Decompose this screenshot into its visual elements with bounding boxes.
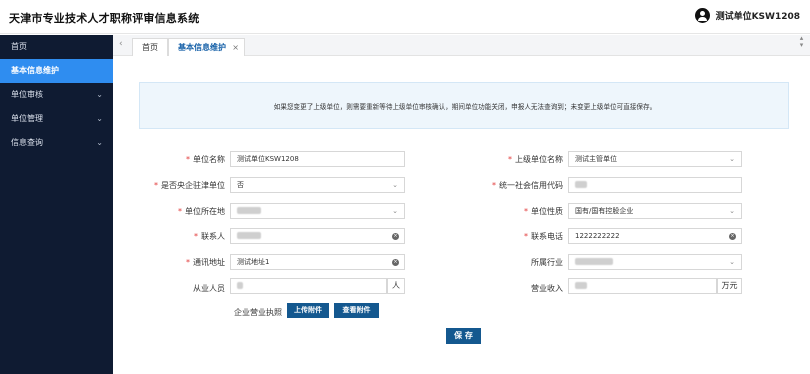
user-avatar-icon <box>694 8 710 23</box>
view-attachment-button[interactable]: 查看附件 <box>334 303 379 318</box>
notice-banner: 如果您变更了上级单位，则需要重新等待上级单位审核确认，期间单位功能关闭，申报人无… <box>139 82 789 129</box>
chevron-down-icon: ⌄ <box>96 138 103 147</box>
sidebar-item-label: 单位审核 <box>11 90 43 99</box>
sidebar: 首页 基本信息维护 单位审核 ⌄ 单位管理 ⌄ 信息查询 ⌄ <box>0 35 113 374</box>
redacted-value <box>575 180 587 188</box>
tab-home[interactable]: 首页 <box>132 38 168 56</box>
close-icon[interactable]: × <box>232 39 239 56</box>
sidebar-item-label: 单位管理 <box>11 114 43 123</box>
chevron-down-icon: ⌄ <box>729 207 735 215</box>
central-enterprise-label: * 是否央企驻津单位 <box>154 181 225 190</box>
redacted-value <box>237 206 261 214</box>
employees-unit: 人 <box>387 278 405 294</box>
tab-scroll-icon[interactable]: ▴ ▾ <box>799 35 804 57</box>
tab-scroll-left-icon[interactable]: ‹ <box>119 39 123 49</box>
industry-select[interactable]: ⌄ <box>568 254 742 270</box>
chevron-down-icon: ⌄ <box>96 114 103 123</box>
tab-label: 首页 <box>142 43 158 52</box>
chevron-down-icon: ⌄ <box>392 181 398 189</box>
industry-label: 所属行业 <box>531 258 563 267</box>
chevron-down-icon: ⌄ <box>729 155 735 163</box>
clear-circle-icon[interactable]: × <box>392 233 399 240</box>
phone-label: * 联系电话 <box>524 232 563 241</box>
unit-nature-select[interactable]: 国有/国有控股企业 ⌄ <box>568 203 742 219</box>
tab-label: 基本信息维护 <box>178 43 226 52</box>
parent-unit-select[interactable]: 测试主管单位 ⌄ <box>568 151 742 167</box>
user-name: 测试单位KSW1208 <box>715 12 800 22</box>
revenue-unit: 万元 <box>717 278 742 294</box>
chevron-down-icon: ⌄ <box>392 207 398 215</box>
tab-bar: ‹ 首页 基本信息维护 × ▴ ▾ <box>113 35 810 56</box>
unit-name-input[interactable]: 测试单位KSW1208 <box>230 151 405 167</box>
sidebar-item-basic-info[interactable]: 基本信息维护 <box>0 59 113 83</box>
clear-circle-icon[interactable]: × <box>392 259 399 266</box>
unit-name-label: * 单位名称 <box>186 155 225 164</box>
contact-input[interactable]: × <box>230 228 405 244</box>
address-label: * 通讯地址 <box>186 258 225 267</box>
user-menu[interactable]: 测试单位KSW1208 <box>694 8 800 23</box>
clear-circle-icon[interactable]: × <box>729 233 736 240</box>
sidebar-item-label: 信息查询 <box>11 138 43 147</box>
sidebar-item-home[interactable]: 首页 <box>0 35 113 59</box>
phone-input[interactable]: 1222222222 × <box>568 228 742 244</box>
upload-attachment-button[interactable]: 上传附件 <box>287 303 329 318</box>
unit-nature-label: * 单位性质 <box>524 207 563 216</box>
tab-basic-info[interactable]: 基本信息维护 × <box>168 38 245 56</box>
sidebar-item-label: 基本信息维护 <box>11 66 59 75</box>
app-title: 天津市专业技术人才职称评审信息系统 <box>9 12 200 25</box>
location-select[interactable]: ⌄ <box>230 203 405 219</box>
revenue-label: 营业收入 <box>531 284 563 293</box>
parent-unit-label: * 上级单位名称 <box>508 155 563 164</box>
central-enterprise-select[interactable]: 否 ⌄ <box>230 177 405 193</box>
contact-label: * 联系人 <box>194 232 225 241</box>
sidebar-item-unit-review[interactable]: 单位审核 ⌄ <box>0 83 113 107</box>
credit-code-label: * 统一社会信用代码 <box>492 181 563 190</box>
redacted-value <box>575 281 587 289</box>
top-bar: 天津市专业技术人才职称评审信息系统 测试单位KSW1208 <box>0 0 810 34</box>
revenue-input[interactable] <box>568 278 717 294</box>
redacted-value <box>575 257 613 265</box>
credit-code-input[interactable] <box>568 177 742 193</box>
sidebar-item-info-query[interactable]: 信息查询 ⌄ <box>0 131 113 155</box>
chevron-down-icon: ⌄ <box>729 258 735 266</box>
save-button[interactable]: 保 存 <box>446 328 481 344</box>
notice-text: 如果您变更了上级单位，则需要重新等待上级单位审核确认，期间单位功能关闭，申报人无… <box>273 103 657 111</box>
chevron-down-icon: ⌄ <box>96 90 103 99</box>
license-label: 企业营业执照 <box>234 308 282 317</box>
employees-label: 从业人员 <box>193 284 225 293</box>
location-label: * 单位所在地 <box>178 207 225 216</box>
sidebar-item-label: 首页 <box>11 42 27 51</box>
sidebar-item-unit-management[interactable]: 单位管理 ⌄ <box>0 107 113 131</box>
redacted-value <box>237 281 243 289</box>
redacted-value <box>237 231 261 239</box>
employees-input[interactable] <box>230 278 387 294</box>
address-input[interactable]: 测试地址1 × <box>230 254 405 270</box>
